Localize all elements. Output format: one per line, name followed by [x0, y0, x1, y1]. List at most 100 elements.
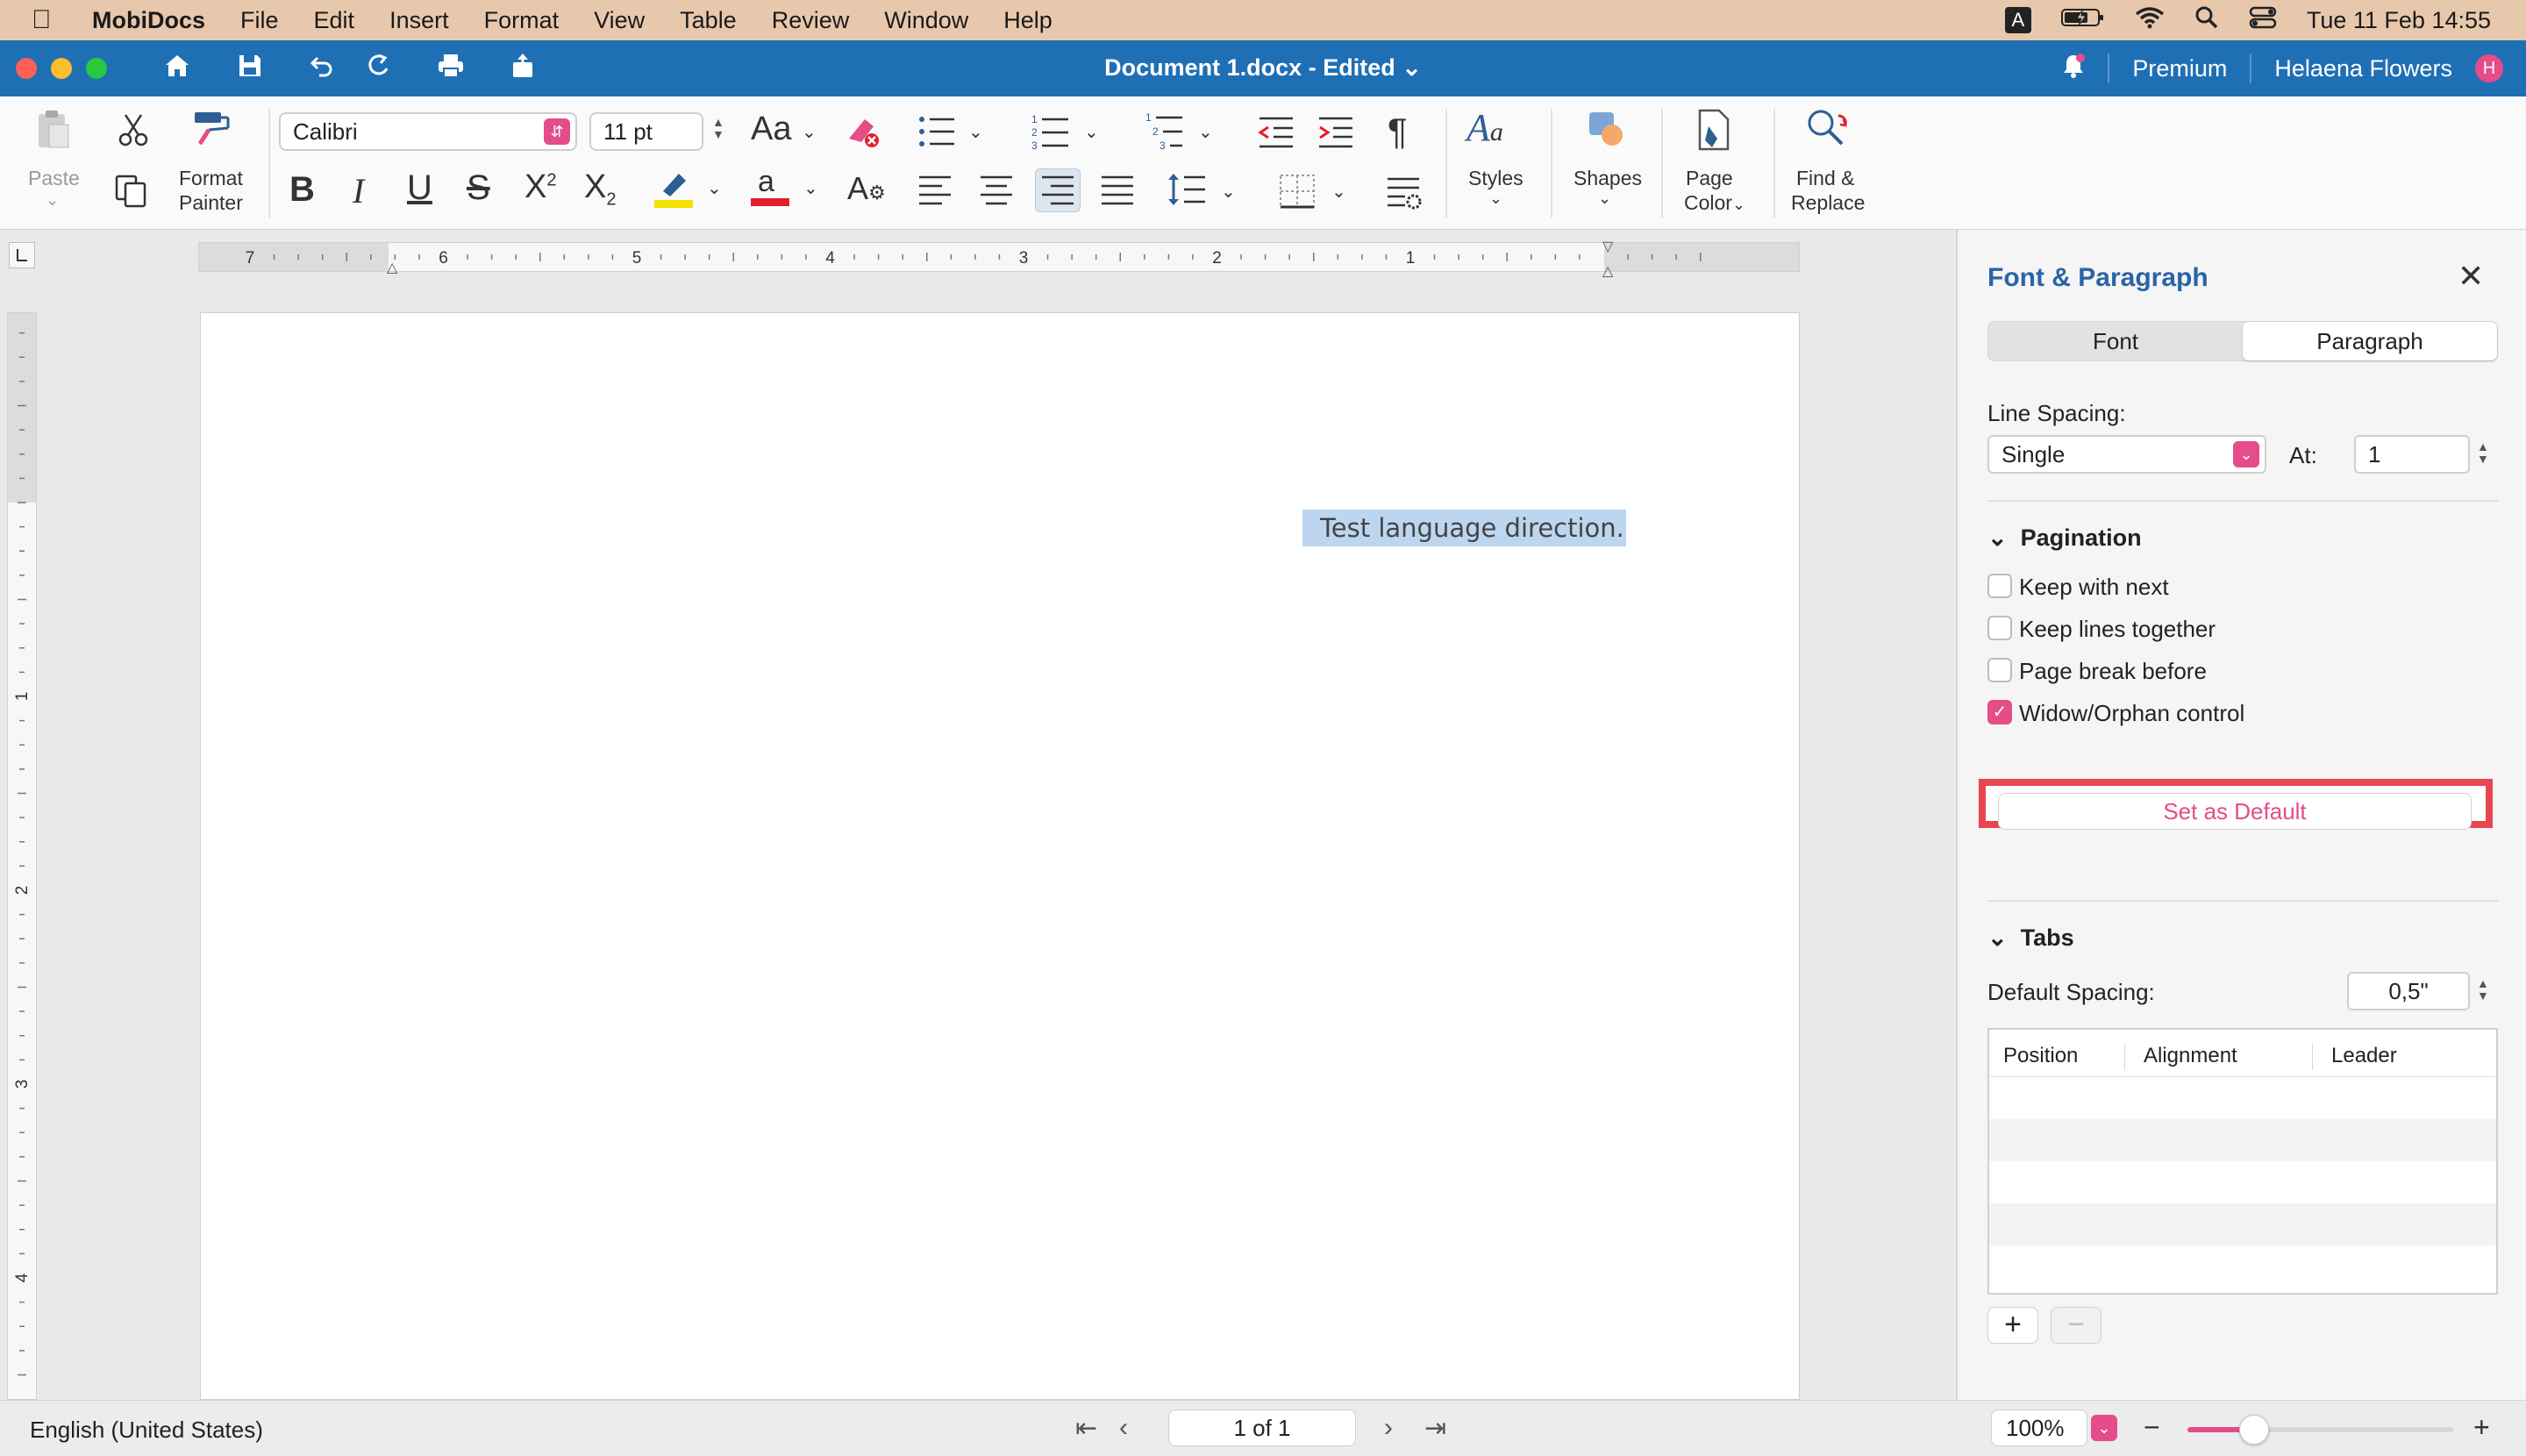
menu-table[interactable]: Table — [680, 7, 737, 34]
default-spacing-stepper-icon[interactable]: ▲ ▼ — [2477, 977, 2489, 1002]
find-replace-icon[interactable] — [1803, 107, 1851, 155]
last-page-icon[interactable]: ⇥ — [1424, 1413, 1446, 1444]
column-header-leader[interactable]: Leader — [2331, 1044, 2397, 1068]
keep-lines-together-checkbox[interactable] — [1987, 616, 2012, 640]
keep-with-next-checkbox[interactable] — [1987, 574, 2012, 598]
zoom-level-field[interactable]: 100% — [1991, 1410, 2087, 1446]
avatar[interactable]: H — [2475, 54, 2503, 82]
battery-icon[interactable] — [2060, 7, 2105, 34]
zoom-slider[interactable] — [2187, 1415, 2454, 1445]
font-name-select[interactable]: Calibri — [279, 112, 577, 151]
menu-file[interactable]: File — [240, 7, 279, 34]
chevron-down-icon[interactable]: ⌄ — [803, 177, 818, 199]
widow-orphan-control-label[interactable]: Widow/Orphan control — [2019, 700, 2244, 727]
menu-edit[interactable]: Edit — [314, 7, 355, 34]
clock[interactable]: Tue 11 Feb 14:55 — [2307, 7, 2491, 34]
first-page-icon[interactable]: ⇤ — [1075, 1413, 1097, 1444]
chevron-down-icon[interactable]: ⌄ — [2091, 1415, 2117, 1441]
clear-formatting-icon[interactable] — [844, 114, 882, 153]
page-color-icon[interactable] — [1696, 109, 1731, 157]
styles-label[interactable]: Styles — [1468, 167, 1523, 190]
subscript-icon[interactable]: X2 — [584, 168, 616, 211]
format-painter-icon[interactable] — [191, 109, 233, 152]
spotlight-search-icon[interactable] — [2194, 5, 2219, 36]
remove-tab-stop-button[interactable]: − — [2051, 1307, 2101, 1344]
input-source-icon[interactable]: A — [2004, 7, 2031, 33]
shapes-label[interactable]: Shapes — [1573, 167, 1642, 190]
character-style-icon[interactable]: A⚙ — [847, 170, 886, 207]
zoom-in-icon[interactable]: + — [2473, 1411, 2490, 1444]
at-stepper-icon[interactable]: ▲ ▼ — [2477, 440, 2489, 465]
language-indicator[interactable]: English (United States) — [30, 1417, 263, 1444]
menu-app-name[interactable]: MobiDocs — [92, 7, 205, 34]
chevron-down-icon[interactable]: ⌄ — [1489, 189, 1502, 208]
strikethrough-icon[interactable]: S — [467, 168, 490, 208]
next-page-icon[interactable]: › — [1384, 1413, 1393, 1443]
menu-format[interactable]: Format — [484, 7, 560, 34]
styles-icon[interactable]: Aa — [1466, 105, 1503, 150]
shapes-icon[interactable] — [1588, 111, 1626, 153]
page-indicator[interactable]: 1 of 1 — [1168, 1410, 1356, 1446]
zoom-out-icon[interactable]: − — [2144, 1411, 2160, 1444]
horizontal-ruler[interactable]: 7 6 5 4 3 2 1 ▽ △ △ — [198, 239, 1800, 279]
notification-bell-icon[interactable] — [2062, 53, 2086, 85]
menu-view[interactable]: View — [594, 7, 645, 34]
widow-orphan-control-checkbox[interactable]: ✓ — [1987, 700, 2012, 724]
selected-text[interactable]: Test language direction. — [1302, 510, 1626, 546]
align-right-icon[interactable] — [1035, 168, 1081, 212]
page-color-label-2[interactable]: Color⌄ — [1684, 191, 1745, 215]
scissors-icon[interactable] — [118, 112, 149, 152]
change-case-icon[interactable]: Aa — [751, 111, 791, 148]
font-size-stepper-icon[interactable]: ▲ ▼ — [712, 116, 724, 140]
find-replace-label-1[interactable]: Find & — [1796, 167, 1854, 190]
tab-stops-table[interactable]: Position Alignment Leader — [1987, 1028, 2498, 1295]
control-center-icon[interactable] — [2249, 5, 2277, 36]
user-name[interactable]: Helaena Flowers — [2274, 55, 2452, 82]
set-as-default-button[interactable]: Set as Default — [1998, 793, 2472, 830]
chevron-down-icon[interactable]: ⌄ — [46, 191, 59, 210]
right-indent-marker-icon[interactable]: △ — [1602, 262, 1613, 280]
copy-icon[interactable] — [114, 174, 149, 213]
page-break-before-checkbox[interactable] — [1987, 658, 2012, 682]
premium-button[interactable]: Premium — [2132, 55, 2227, 82]
zoom-slider-knob[interactable] — [2239, 1415, 2269, 1445]
close-icon[interactable]: ✕ — [2458, 258, 2484, 295]
chevron-down-icon[interactable]: ⌄ — [1198, 121, 1213, 143]
chevron-down-icon[interactable]: ⌄ — [1084, 121, 1099, 143]
page-break-before-label[interactable]: Page break before — [2019, 658, 2207, 685]
format-painter-label-1[interactable]: Format — [179, 167, 243, 190]
tabs-section-toggle[interactable]: ⌄ Tabs — [1987, 924, 2074, 952]
add-tab-stop-button[interactable]: + — [1987, 1307, 2038, 1344]
tab-stop-selector-icon[interactable] — [9, 242, 35, 268]
chevron-down-icon[interactable]: ⌄ — [2233, 441, 2259, 467]
first-line-indent-marker-icon[interactable]: ▽ — [1602, 238, 1613, 255]
underline-icon[interactable]: U — [407, 168, 432, 208]
menu-review[interactable]: Review — [772, 7, 850, 34]
superscript-icon[interactable]: X2 — [524, 168, 556, 206]
chevron-down-icon[interactable]: ⌄ — [1221, 181, 1236, 203]
format-painter-label-2[interactable]: Painter — [179, 191, 243, 215]
show-formatting-marks-icon[interactable]: ¶ — [1388, 111, 1408, 153]
default-spacing-field[interactable]: 0,5" — [2347, 972, 2470, 1010]
find-replace-label-2[interactable]: Replace — [1791, 191, 1865, 215]
paste-icon[interactable] — [35, 109, 72, 155]
italic-icon[interactable]: I — [353, 170, 364, 211]
previous-page-icon[interactable]: ‹ — [1119, 1413, 1128, 1443]
font-size-field[interactable]: 11 pt — [589, 112, 703, 151]
tab-paragraph[interactable]: Paragraph — [2243, 322, 2497, 360]
column-header-alignment[interactable]: Alignment — [2144, 1044, 2237, 1068]
line-spacing-at-field[interactable]: 1 — [2354, 435, 2470, 474]
column-header-position[interactable]: Position — [2003, 1044, 2078, 1068]
font-dropdown-icon[interactable]: ⇵ — [544, 118, 570, 145]
multilevel-list-icon[interactable]: 123 — [1145, 111, 1184, 155]
chevron-down-icon[interactable]: ⌄ — [802, 121, 817, 143]
decrease-indent-icon[interactable] — [1258, 116, 1295, 153]
keep-with-next-label[interactable]: Keep with next — [2019, 574, 2169, 601]
vertical-ruler[interactable]: 1 2 3 4 — [7, 312, 37, 1400]
highlight-color-icon[interactable] — [653, 168, 695, 213]
font-color-icon[interactable]: a — [749, 165, 791, 213]
wifi-icon[interactable] — [2135, 6, 2165, 35]
keep-lines-together-label[interactable]: Keep lines together — [2019, 616, 2216, 643]
align-center-icon[interactable] — [979, 174, 1014, 211]
paragraph-settings-icon[interactable] — [1386, 175, 1423, 215]
